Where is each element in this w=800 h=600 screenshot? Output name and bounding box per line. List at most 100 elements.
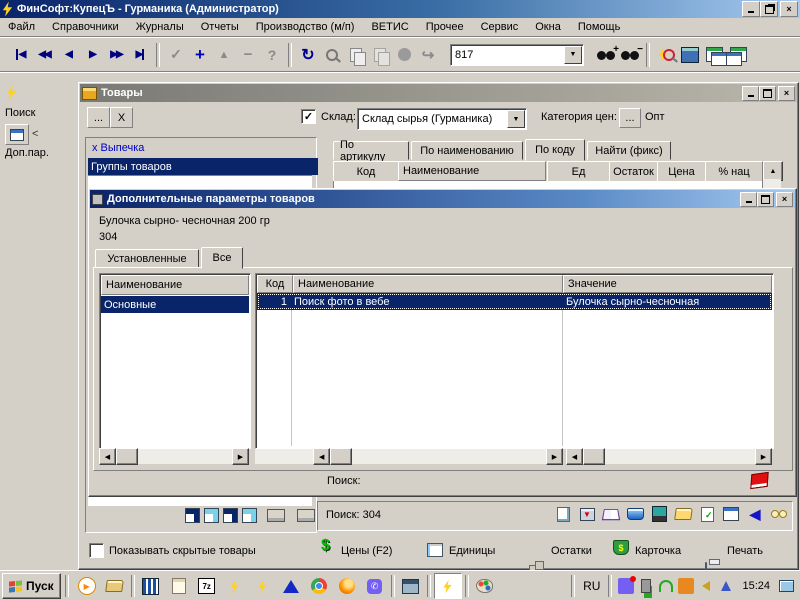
- menu-references[interactable]: Справочники: [52, 21, 119, 33]
- price-category-browse-button[interactable]: ...: [619, 108, 641, 128]
- column-header-price[interactable]: Цена: [657, 161, 706, 183]
- col-header-name[interactable]: Наименование: [293, 275, 563, 293]
- red-book-icon[interactable]: [750, 472, 768, 489]
- doc-search-button[interactable]: [554, 506, 572, 522]
- redo-button[interactable]: ↪: [416, 43, 440, 67]
- volume-tray-icon[interactable]: [698, 578, 714, 594]
- firefox-launcher[interactable]: [334, 574, 360, 598]
- menu-windows[interactable]: Окна: [535, 21, 561, 33]
- sevenzip-launcher[interactable]: 7z: [194, 574, 220, 598]
- show-hidden-checkbox[interactable]: [89, 543, 104, 558]
- warehouse-combobox[interactable]: Склад сырья (Гурманика) ▼: [357, 108, 527, 130]
- open-folder-button[interactable]: [674, 506, 692, 522]
- scroll-right-button[interactable]: ▶: [546, 448, 563, 465]
- tab-by-name[interactable]: По наименованию: [411, 141, 523, 160]
- back-button[interactable]: ◀: [746, 506, 764, 522]
- scroll-left-button[interactable]: ◀: [99, 448, 116, 465]
- paste-button[interactable]: [368, 43, 392, 67]
- group-filter-chip[interactable]: х Выпечка: [92, 142, 144, 154]
- kupets-window-1[interactable]: [222, 574, 248, 598]
- nav-fast-next-button[interactable]: ▶▶: [104, 43, 128, 67]
- tab-find-fixed[interactable]: Найти (фикс): [587, 141, 671, 160]
- paint-launcher[interactable]: [472, 574, 498, 598]
- chrome-launcher[interactable]: [306, 574, 332, 598]
- usb-tray-icon[interactable]: [638, 578, 654, 594]
- book-button[interactable]: [602, 506, 620, 522]
- search-key-button[interactable]: [320, 43, 344, 67]
- confirm-button[interactable]: ✓: [164, 43, 188, 67]
- start-button[interactable]: Пуск: [2, 573, 61, 599]
- scroll-right-button[interactable]: ▶: [232, 448, 249, 465]
- column-header-markup[interactable]: % нац: [705, 161, 763, 183]
- card-button[interactable]: Карточка: [635, 545, 681, 557]
- menu-other[interactable]: Прочее: [426, 21, 464, 33]
- menu-vetis[interactable]: ВЕТИС: [371, 21, 408, 33]
- viber-launcher[interactable]: ✆: [362, 574, 388, 598]
- right-table-hscrollbar-2[interactable]: ◀ ▶: [566, 449, 772, 464]
- scroll-left-button[interactable]: ◀: [566, 448, 583, 465]
- sidebar-params-label[interactable]: Доп.пар.: [5, 147, 49, 159]
- mini-print-icon[interactable]: [297, 509, 315, 522]
- photo-button[interactable]: [650, 506, 668, 522]
- mini-calendar-icon[interactable]: [242, 508, 257, 523]
- nav-prev-button[interactable]: ◀: [56, 43, 80, 67]
- menu-file[interactable]: Файл: [8, 21, 35, 33]
- units-button[interactable]: Единицы: [449, 545, 495, 557]
- help-button[interactable]: ?: [260, 43, 284, 67]
- media-player-launcher[interactable]: ▶: [74, 574, 100, 598]
- scroll-thumb[interactable]: [116, 448, 138, 465]
- headset-tray-icon[interactable]: [658, 578, 674, 594]
- stop-button[interactable]: [392, 43, 416, 67]
- copy-button[interactable]: [344, 43, 368, 67]
- mini-calendar-icon[interactable]: [185, 508, 200, 523]
- save-view-button[interactable]: [678, 43, 702, 67]
- menu-help[interactable]: Помощь: [578, 21, 621, 33]
- menu-journals[interactable]: Журналы: [136, 21, 184, 33]
- right-table-selected-row[interactable]: 1 Поиск фото в вебе Булочка сырно-чесноч…: [257, 293, 772, 310]
- app-close-button[interactable]: ×: [780, 1, 798, 17]
- app-launcher[interactable]: [138, 574, 164, 598]
- column-header-unit[interactable]: Ед: [547, 161, 610, 183]
- scroll-thumb[interactable]: [330, 448, 352, 465]
- goods-close-button[interactable]: ×: [778, 86, 795, 101]
- nav-first-button[interactable]: ◀: [8, 43, 32, 67]
- add-record-button[interactable]: +: [188, 43, 212, 67]
- language-indicator[interactable]: RU: [583, 579, 600, 593]
- print-button[interactable]: Печать: [727, 545, 763, 557]
- display-tray-icon[interactable]: [778, 578, 794, 594]
- tab-by-code[interactable]: По коду: [525, 139, 585, 161]
- dialog-minimize-button[interactable]: [740, 192, 757, 207]
- refresh-button[interactable]: ↻: [296, 43, 320, 67]
- tab-all[interactable]: Все: [201, 247, 243, 269]
- basket-button[interactable]: [626, 506, 644, 522]
- kupets-window-2[interactable]: [250, 574, 276, 598]
- scroll-right-button[interactable]: ▶: [755, 448, 772, 465]
- cash-register-launcher[interactable]: [398, 574, 424, 598]
- sidebar-collapse-button[interactable]: <: [32, 128, 38, 140]
- col-header-value[interactable]: Значение: [563, 275, 772, 293]
- document-pen-tray-icon[interactable]: [678, 578, 694, 594]
- left-table-selected-row[interactable]: Основные: [101, 296, 249, 313]
- group-browse-button[interactable]: ...: [87, 107, 110, 128]
- delete-record-button[interactable]: −: [236, 43, 260, 67]
- tab-installed[interactable]: Установленные: [95, 249, 199, 268]
- window-cascade-button[interactable]: [726, 43, 750, 67]
- file-manager-launcher[interactable]: [102, 574, 128, 598]
- tab-by-article[interactable]: По артикулу: [333, 141, 409, 160]
- dialog-maximize-button[interactable]: [757, 192, 774, 207]
- goods-minimize-button[interactable]: [742, 86, 759, 101]
- goods-vscroll-up-button[interactable]: ▲: [763, 161, 783, 181]
- record-number-combobox[interactable]: 817 ▼: [450, 44, 584, 66]
- triangle-app-launcher[interactable]: [278, 574, 304, 598]
- left-table-header[interactable]: Наименование: [101, 275, 249, 295]
- scroll-thumb[interactable]: [583, 448, 605, 465]
- view-button[interactable]: [770, 506, 788, 522]
- combobox-dropdown-button[interactable]: ▼: [564, 46, 582, 64]
- sidebar-panel-button[interactable]: [5, 124, 29, 145]
- quick-search-button[interactable]: [654, 43, 678, 67]
- left-table-hscrollbar[interactable]: ◀ ▶: [99, 449, 249, 464]
- column-header-stock[interactable]: Остаток: [609, 161, 658, 183]
- app-minimize-button[interactable]: [742, 1, 760, 17]
- viber-tray-icon[interactable]: [618, 578, 634, 594]
- sidebar-search-label[interactable]: Поиск: [5, 107, 35, 119]
